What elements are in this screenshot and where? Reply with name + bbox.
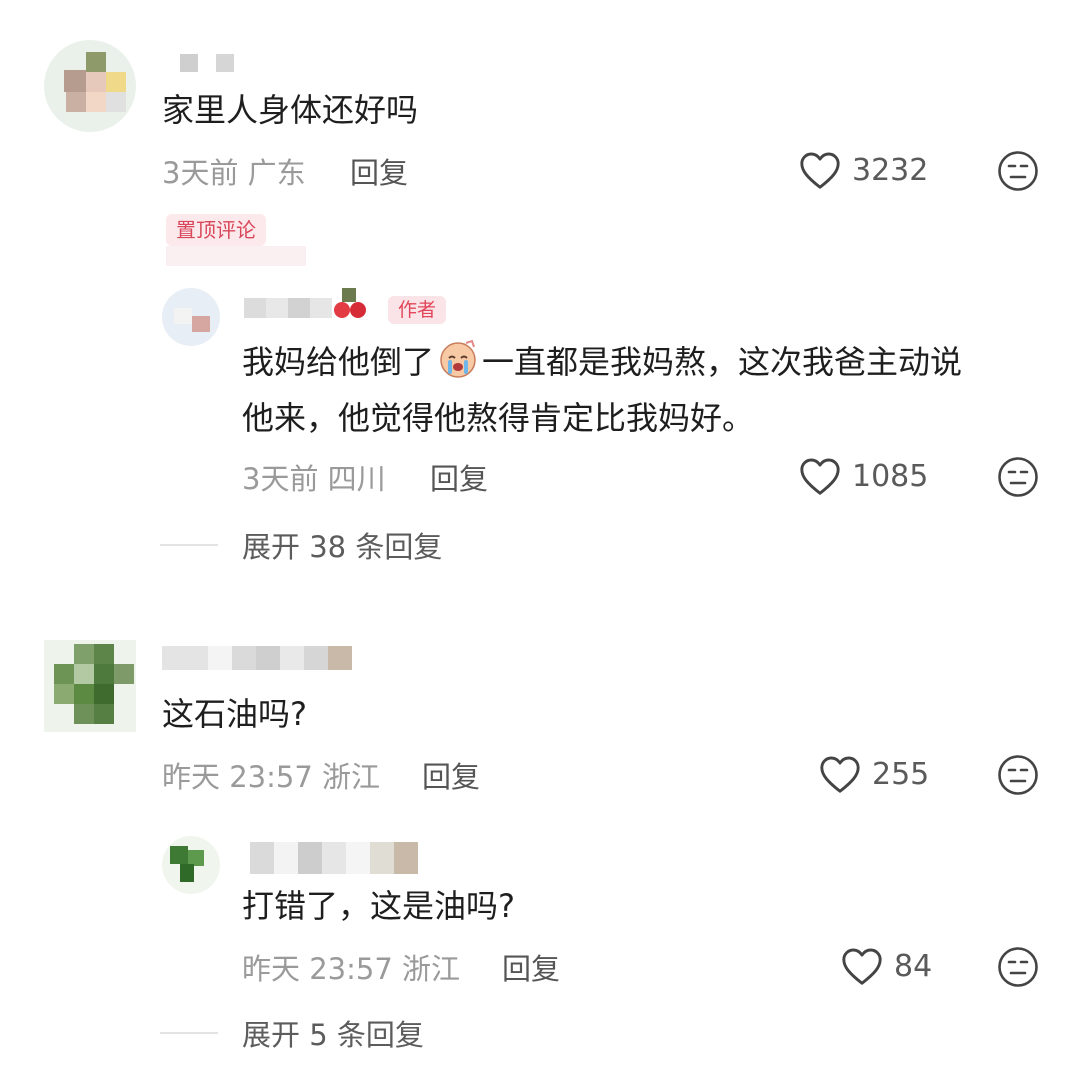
- like-button[interactable]: 1085: [798, 456, 928, 496]
- comment-text: 打错了，这是油吗?: [242, 887, 515, 925]
- divider: [160, 544, 218, 546]
- avatar[interactable]: [162, 288, 220, 346]
- like-button[interactable]: 84: [840, 946, 932, 986]
- meh-face-icon[interactable]: [997, 754, 1039, 796]
- expand-replies-button[interactable]: 展开 38 条回复: [160, 524, 442, 566]
- comment-meta: 3天前 广东: [162, 156, 306, 190]
- reply-button[interactable]: 回复: [350, 150, 408, 192]
- like-button[interactable]: 3232: [798, 150, 928, 190]
- heart-outline-icon: [800, 458, 840, 495]
- meh-face-icon[interactable]: [997, 456, 1039, 498]
- comment-text-line2: 他来，他觉得他熬得肯定比我妈好。: [242, 399, 755, 437]
- pinned-badge: 置顶评论: [166, 214, 266, 246]
- heart-outline-icon: [842, 948, 882, 985]
- username-redacted[interactable]: [180, 54, 234, 72]
- comment-meta: 3天前 四川: [242, 462, 386, 496]
- cherry-icon: [334, 288, 370, 324]
- reply-button[interactable]: 回复: [422, 754, 480, 796]
- author-badge: 作者: [388, 296, 447, 324]
- heart-outline-icon: [820, 756, 860, 793]
- comment-meta: 昨天 23:57 浙江: [162, 760, 381, 794]
- meh-face-icon[interactable]: [997, 150, 1039, 192]
- reply-button[interactable]: 回复: [502, 946, 560, 988]
- like-button[interactable]: 255: [818, 754, 929, 794]
- comment-text: 我妈给他倒了 一直都是我妈熬，这次我爸主动说: [242, 334, 962, 390]
- divider: [160, 1032, 218, 1034]
- expand-label: 展开 38 条回复: [242, 530, 443, 564]
- comment-text: 家里人身体还好吗: [162, 91, 419, 129]
- comment-text: 这石油吗?: [162, 695, 307, 733]
- avatar[interactable]: [44, 40, 136, 132]
- avatar[interactable]: [162, 836, 220, 894]
- username-redacted[interactable]: [162, 646, 352, 670]
- username-redacted[interactable]: [244, 298, 332, 318]
- reply-button[interactable]: 回复: [430, 456, 488, 498]
- blurred-strip: [166, 246, 306, 266]
- like-count: 3232: [852, 152, 929, 188]
- heart-outline-icon: [800, 152, 840, 189]
- like-count: 255: [872, 756, 930, 792]
- expand-replies-button[interactable]: 展开 5 条回复: [160, 1012, 424, 1054]
- expand-label: 展开 5 条回复: [242, 1018, 424, 1052]
- username-redacted[interactable]: [250, 842, 418, 874]
- avatar[interactable]: [44, 640, 136, 732]
- meh-face-icon[interactable]: [997, 946, 1039, 988]
- like-count: 84: [894, 948, 933, 984]
- like-count: 1085: [852, 458, 929, 494]
- comment-meta: 昨天 23:57 浙江: [242, 952, 461, 986]
- crying-face-emoji: [440, 339, 476, 378]
